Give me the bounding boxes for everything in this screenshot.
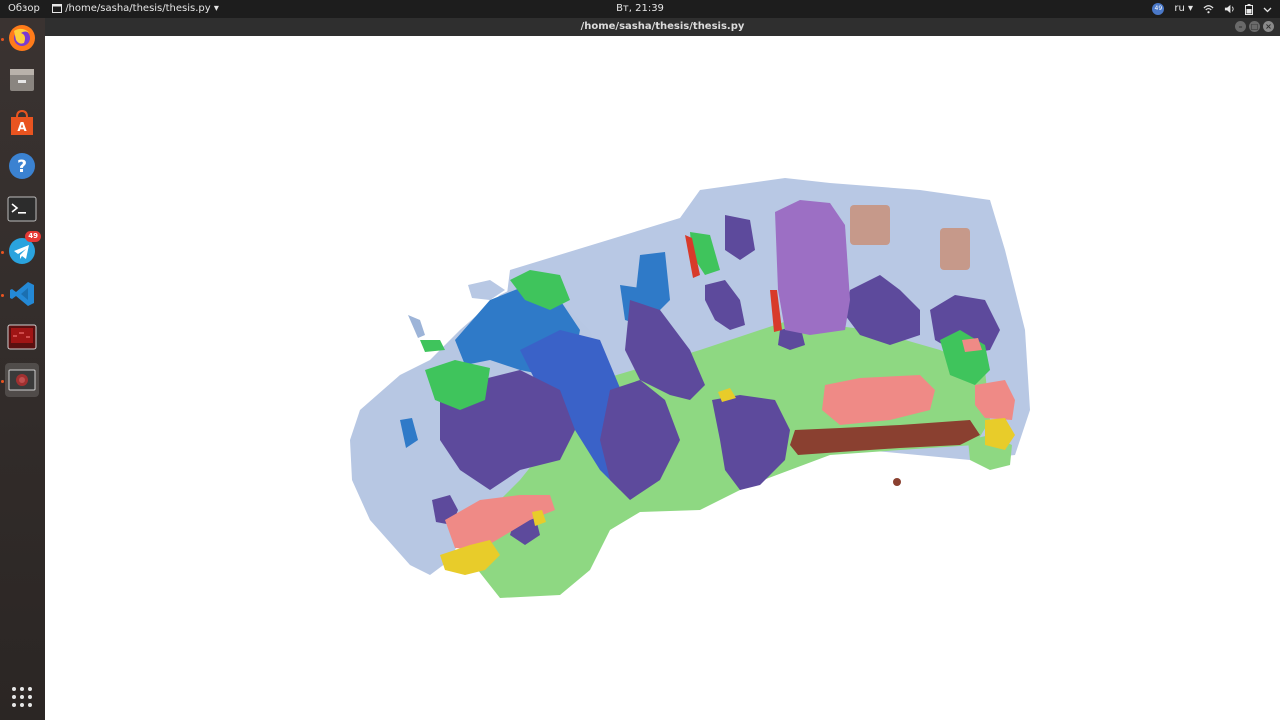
telegram-unread-badge: 49 bbox=[25, 231, 41, 242]
mesh-wall-picture bbox=[940, 228, 970, 270]
terminal-launcher[interactable] bbox=[5, 192, 39, 226]
running-indicator bbox=[1, 380, 4, 383]
app-grid-icon bbox=[12, 687, 32, 707]
files-icon bbox=[10, 69, 34, 91]
window-titlebar[interactable]: /home/sasha/thesis/thesis.py – □ × bbox=[45, 18, 1280, 36]
running-indicator bbox=[1, 251, 4, 254]
software-launcher[interactable]: A bbox=[5, 106, 39, 140]
clock[interactable]: Вт, 21:39 bbox=[0, 0, 1280, 18]
segmented-mesh-render bbox=[350, 178, 1030, 598]
vscode-launcher[interactable] bbox=[5, 277, 39, 311]
mesh-door bbox=[775, 200, 850, 335]
tray-avatar-icon[interactable]: 49 bbox=[1152, 3, 1165, 15]
close-button[interactable]: × bbox=[1263, 21, 1274, 32]
power-menu-icon[interactable] bbox=[1263, 5, 1272, 14]
open3d-window-icon bbox=[8, 369, 36, 391]
screen-app-launcher[interactable] bbox=[5, 320, 39, 354]
volume-icon[interactable] bbox=[1224, 4, 1235, 14]
keyboard-layout[interactable]: ru ▾ bbox=[1174, 0, 1193, 18]
show-applications-button[interactable] bbox=[5, 680, 39, 714]
mesh-green-object bbox=[420, 340, 445, 352]
viewer-canvas[interactable] bbox=[45, 36, 1280, 720]
help-icon: ? bbox=[9, 153, 35, 179]
mesh-stray-point bbox=[893, 478, 901, 486]
telegram-launcher[interactable]: 49 bbox=[5, 231, 41, 268]
svg-text:?: ? bbox=[17, 157, 27, 177]
dock: A ? 49 bbox=[0, 18, 46, 720]
maximize-button[interactable]: □ bbox=[1249, 21, 1260, 32]
software-store-icon: A bbox=[11, 109, 33, 135]
vscode-icon bbox=[10, 282, 34, 306]
python-window-launcher[interactable] bbox=[5, 363, 39, 397]
system-tray: 49 ru ▾ bbox=[1152, 0, 1272, 18]
terminal-icon bbox=[7, 196, 37, 222]
window-controls: – □ × bbox=[1235, 21, 1274, 32]
running-indicator bbox=[1, 38, 4, 41]
battery-icon[interactable] bbox=[1245, 3, 1253, 15]
minimize-button[interactable]: – bbox=[1235, 21, 1246, 32]
wifi-icon[interactable] bbox=[1203, 4, 1214, 14]
running-indicator bbox=[1, 294, 4, 297]
files-launcher[interactable] bbox=[5, 63, 39, 97]
monitor-app-icon bbox=[7, 324, 37, 350]
firefox-icon bbox=[9, 25, 35, 51]
window-title: /home/sasha/thesis/thesis.py bbox=[580, 21, 745, 32]
firefox-launcher[interactable] bbox=[5, 21, 39, 55]
svg-text:A: A bbox=[17, 120, 27, 134]
top-panel: Обзор /home/sasha/thesis/thesis.py ▾ Вт,… bbox=[0, 0, 1280, 18]
mesh-wall-picture bbox=[850, 205, 890, 245]
help-launcher[interactable]: ? bbox=[5, 149, 39, 183]
mesh-fragment bbox=[408, 315, 425, 338]
